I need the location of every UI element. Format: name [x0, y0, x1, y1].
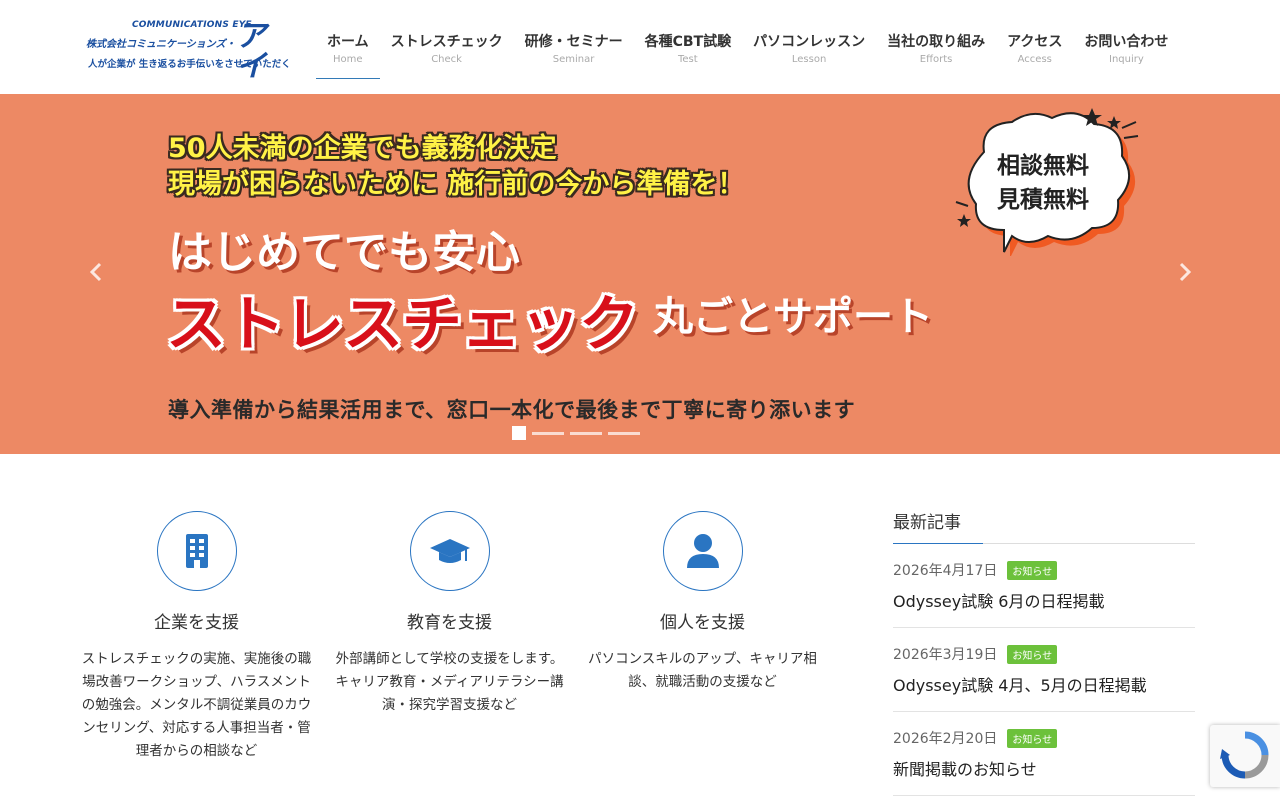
nav-seminar[interactable]: 研修・セミナー Seminar — [514, 0, 634, 80]
feature-icon-circle — [662, 511, 743, 591]
speech-bubble: 相談無料 見積無料 — [952, 106, 1142, 258]
nav-lesson[interactable]: パソコンレッスン Lesson — [742, 0, 876, 80]
post-date: 2026年4月17日 — [893, 563, 998, 579]
nav-sublabel: Efforts — [919, 54, 953, 65]
main-nav: ホーム Home ストレスチェック Check 研修・セミナー Seminar 各種C… — [316, 0, 1179, 80]
nav-label: 当社の取り組み — [887, 34, 986, 50]
post-title-link[interactable]: Odyssey試験 6月の日程掲載 — [893, 588, 1195, 612]
nav-label: 研修・セミナー — [524, 34, 623, 50]
bubble-text-2: 見積無料 — [997, 187, 1089, 213]
nav-label: ストレスチェック — [390, 34, 503, 50]
nav-stress-check[interactable]: ストレスチェック Check — [380, 0, 514, 80]
category-badge[interactable]: お知らせ — [1007, 560, 1058, 580]
feature-icon-circle — [409, 511, 490, 591]
feature-icon-circle — [156, 511, 237, 591]
chevron-right-icon — [1179, 262, 1192, 282]
post-item[interactable]: 2026年3月19日 お知らせ Odyssey試験 4月、5月の日程掲載 — [893, 628, 1195, 712]
recent-posts-sidebar: 最新記事 2026年4月17日 お知らせ Odyssey試験 6月の日程掲載 20… — [893, 508, 1195, 796]
feature-description: 外部講師として学校の支援をします。キャリア教育・メディアリテラシー講演・探究学習… — [335, 651, 564, 713]
nav-inquiry[interactable]: お問い合わせ Inquiry — [1073, 0, 1179, 80]
nav-sublabel: Access — [1017, 54, 1052, 65]
hero-title-suffix: 丸ごとサポート — [653, 294, 933, 340]
slider-pagination — [512, 426, 640, 440]
feature-title: 個人を支援 — [660, 613, 745, 633]
nav-sublabel: Check — [431, 54, 462, 65]
feature-title: 教育を支援 — [407, 613, 492, 633]
slider-dot-3[interactable] — [570, 432, 602, 435]
hero-headline-2: 現場が困らないために 施行前の今から準備を！ — [168, 169, 745, 200]
post-date: 2026年2月20日 — [893, 731, 998, 747]
nav-test[interactable]: 各種CBT試験 Test — [634, 0, 743, 80]
nav-label: パソコンレッスン — [753, 34, 866, 50]
nav-home[interactable]: ホーム Home — [316, 0, 380, 80]
hero-caption: 導入準備から結果活用まで、窓口一本化で最後まで丁寧に寄り添います — [168, 398, 856, 422]
nav-label: 各種CBT試験 — [644, 34, 732, 50]
category-badge[interactable]: お知らせ — [1007, 728, 1058, 748]
post-item[interactable]: 2026年4月17日 お知らせ Odyssey試験 6月の日程掲載 — [893, 544, 1195, 628]
slider-prev-button[interactable] — [85, 260, 109, 284]
post-title-link[interactable]: Odyssey試験 4月、5月の日程掲載 — [893, 672, 1195, 696]
feature-description: パソコンスキルのアップ、キャリア相談、就職活動の支援など — [588, 651, 817, 690]
post-item[interactable]: 2026年2月20日 お知らせ 新聞掲載のお知らせ — [893, 712, 1195, 796]
hero-headline-1: 50人未満の企業でも義務化決定 — [168, 133, 557, 164]
recaptcha-badge[interactable] — [1210, 725, 1280, 787]
feature-description: ストレスチェックの実施、実施後の職場改善ワークショップ、ハラスメントの勉強会。メ… — [81, 651, 312, 759]
slider-dot-2[interactable] — [532, 432, 564, 435]
nav-sublabel: Inquiry — [1109, 54, 1144, 65]
category-badge[interactable]: お知らせ — [1007, 644, 1058, 664]
feature-education-support: 教育を支援 外部講師として学校の支援をします。キャリア教育・メディアリテラシー講… — [323, 511, 576, 717]
company-logo[interactable]: COMMUNICATIONS EYE 株式会社コミュニケーションズ・ アイ 人が… — [86, 20, 291, 82]
hero-main-title: ストレスチェック — [166, 290, 639, 360]
sidebar-heading: 最新記事 — [893, 508, 1195, 544]
logo-company-name: 株式会社コミュニケーションズ・ — [86, 39, 236, 50]
chevron-left-icon — [89, 262, 102, 282]
building-icon — [185, 534, 208, 568]
hero-subheadline: はじめてでも安心 — [168, 227, 520, 278]
nav-access[interactable]: アクセス Access — [996, 0, 1073, 80]
logo-tagline: 人が企業が 生き返るお手伝いをさせていただく — [88, 59, 291, 70]
feature-title: 企業を支援 — [154, 613, 239, 633]
recaptcha-icon — [1220, 731, 1269, 779]
slider-next-button[interactable] — [1172, 260, 1196, 284]
feature-individual-support: 個人を支援 パソコンスキルのアップ、キャリア相談、就職活動の支援など — [576, 511, 829, 694]
post-title-link[interactable]: 新聞掲載のお知らせ — [893, 756, 1195, 780]
logo-english-text: COMMUNICATIONS EYE — [132, 20, 252, 30]
nav-efforts[interactable]: 当社の取り組み Efforts — [876, 0, 996, 80]
person-icon — [686, 534, 719, 568]
feature-company-support: 企業を支援 ストレスチェックの実施、実施後の職場改善ワークショップ、ハラスメント… — [70, 511, 323, 763]
nav-sublabel: Seminar — [552, 54, 595, 65]
post-date: 2026年3月19日 — [893, 647, 998, 663]
bubble-text-1: 相談無料 — [997, 153, 1089, 179]
slider-dot-1[interactable] — [512, 426, 526, 440]
nav-label: お問い合わせ — [1084, 34, 1169, 50]
nav-sublabel: Home — [333, 54, 363, 65]
nav-sublabel: Test — [677, 54, 698, 65]
nav-label: ホーム — [327, 34, 369, 50]
hero-slider[interactable]: 50人未満の企業でも義務化決定 現場が困らないために 施行前の今から準備を！ は… — [0, 94, 1280, 454]
nav-label: アクセス — [1007, 34, 1063, 50]
logo-mark: アイ — [236, 19, 266, 84]
site-header: COMMUNICATIONS EYE 株式会社コミュニケーションズ・ アイ 人が… — [0, 0, 1280, 95]
graduation-cap-icon — [429, 539, 470, 563]
nav-sublabel: Lesson — [791, 54, 827, 65]
slider-dot-4[interactable] — [608, 432, 640, 435]
